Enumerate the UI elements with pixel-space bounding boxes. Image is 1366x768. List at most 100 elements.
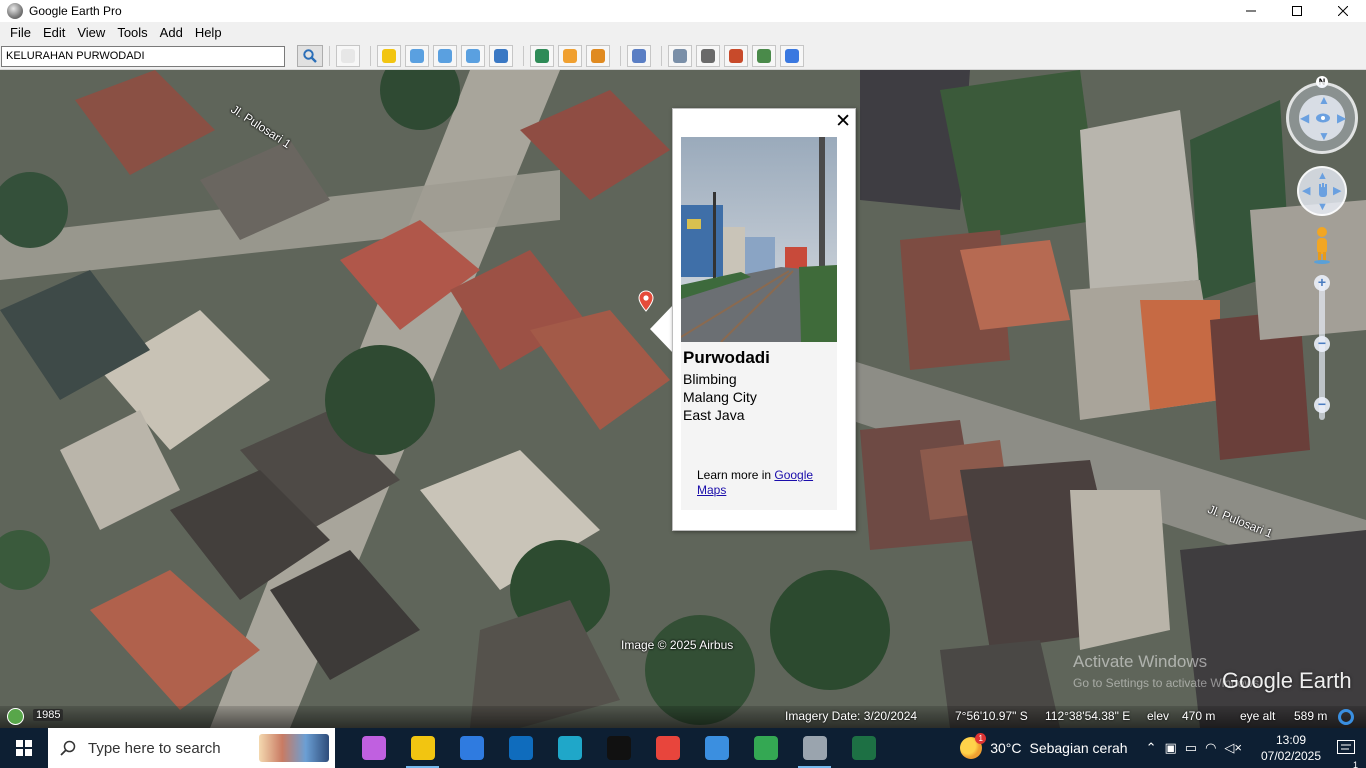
historical-year[interactable]: 1985: [33, 709, 64, 721]
start-button[interactable]: [0, 728, 48, 768]
chrome-profile-icon: [753, 736, 778, 760]
copilot-taskbar-button[interactable]: [349, 728, 398, 768]
balloon-close-button[interactable]: ✕: [835, 112, 851, 132]
ruler-icon: [632, 49, 646, 63]
move-right-icon[interactable]: ▶: [1333, 186, 1341, 197]
print-button[interactable]: [696, 45, 720, 67]
toolbar-separator: [523, 46, 524, 66]
earth-icon: [785, 49, 799, 63]
planets-button[interactable]: [586, 45, 610, 67]
look-control[interactable]: ▲ ▼ ◀ ▶: [1286, 82, 1358, 154]
map-view[interactable]: Jl. Pulosari 1 Jl. Pulosari 1 ✕ Purwodad…: [0, 70, 1366, 728]
minimize-button[interactable]: [1228, 0, 1274, 22]
menu-file[interactable]: File: [4, 25, 37, 40]
balloon-photo: [681, 137, 837, 342]
zoom-in-button[interactable]: +: [1314, 275, 1330, 291]
outlook-taskbar-button[interactable]: [496, 728, 545, 768]
volume-muted-icon[interactable]: ◁×: [1224, 740, 1242, 756]
maximize-icon: [1292, 6, 1302, 16]
copilot-icon: [361, 736, 386, 760]
chrome-taskbar-button[interactable]: [643, 728, 692, 768]
polygon-button[interactable]: [405, 45, 429, 67]
toolbar-separator: [620, 46, 621, 66]
sidebar-toggle-icon: [341, 49, 355, 63]
weather-icon[interactable]: 1: [960, 733, 987, 759]
edge-taskbar-button[interactable]: [545, 728, 594, 768]
menu-bar: File Edit View Tools Add Help: [0, 22, 1366, 43]
look-right-icon[interactable]: ▶: [1337, 112, 1346, 124]
zoom-slider-handle[interactable]: −: [1314, 336, 1330, 352]
email-button[interactable]: [668, 45, 692, 67]
notification-icon: [1337, 740, 1355, 754]
zoom-out-button[interactable]: −: [1314, 397, 1330, 413]
elevation-label: elev: [1147, 709, 1170, 723]
historical-imagery-button[interactable]: [530, 45, 554, 67]
google-earth-app-icon: [7, 3, 23, 19]
look-left-icon[interactable]: ◀: [1300, 112, 1309, 124]
taskbar-search-icon: [60, 740, 76, 756]
move-left-icon[interactable]: ◀: [1302, 186, 1310, 197]
view-in-maps-button[interactable]: [752, 45, 776, 67]
search-highlight-image[interactable]: [259, 734, 329, 762]
balloon-line-city: Malang City: [683, 389, 757, 405]
search-input[interactable]: [1, 45, 285, 67]
meet-now-icon[interactable]: ▣: [1164, 740, 1176, 756]
photos-taskbar-button[interactable]: [692, 728, 741, 768]
balloon-title: Purwodadi: [683, 348, 770, 367]
menu-help[interactable]: Help: [189, 25, 228, 40]
look-down-icon[interactable]: ▼: [1318, 130, 1330, 142]
excel-taskbar-button[interactable]: [839, 728, 888, 768]
earth-button[interactable]: [780, 45, 804, 67]
battery-icon[interactable]: ▭: [1185, 740, 1197, 756]
file-explorer-taskbar-button[interactable]: [398, 728, 447, 768]
learn-more-text: Learn more in: [697, 468, 775, 482]
taskbar-search[interactable]: Type here to search: [48, 728, 335, 768]
close-button[interactable]: [1320, 0, 1366, 22]
file-explorer-icon: [410, 736, 435, 760]
toolbar: [0, 43, 1366, 70]
clock[interactable]: 13:09 07/02/2025: [1256, 732, 1326, 764]
taskbar-apps: [349, 728, 888, 768]
look-up-icon[interactable]: ▲: [1318, 94, 1330, 106]
move-up-icon[interactable]: ▲: [1317, 171, 1328, 182]
path-button[interactable]: [433, 45, 457, 67]
weather-temperature[interactable]: 30°C: [990, 740, 1021, 756]
save-image-button[interactable]: [724, 45, 748, 67]
menu-tools[interactable]: Tools: [111, 25, 153, 40]
taskbar-search-placeholder: Type here to search: [88, 739, 221, 757]
wifi-icon[interactable]: ◠: [1205, 740, 1216, 756]
title-bar: Google Earth Pro: [0, 0, 1366, 22]
tour-icon: [494, 49, 508, 63]
activate-windows-watermark: Activate Windows: [1073, 652, 1208, 671]
chevron-up-icon[interactable]: ⌃: [1146, 740, 1157, 756]
toolbar-separator: [661, 46, 662, 66]
menu-view[interactable]: View: [71, 25, 111, 40]
balloon-line-district: Blimbing: [683, 371, 737, 387]
placemark-button[interactable]: [377, 45, 401, 67]
historical-imagery-icon[interactable]: [7, 708, 24, 725]
overlay-button[interactable]: [461, 45, 485, 67]
sidebar-toggle-button[interactable]: [336, 45, 360, 67]
sunlight-button[interactable]: [558, 45, 582, 67]
planets-icon: [591, 49, 605, 63]
notification-button[interactable]: 1: [1326, 740, 1366, 768]
pegman-icon[interactable]: [1313, 226, 1331, 264]
chrome-profile-taskbar-button[interactable]: [741, 728, 790, 768]
weather-description[interactable]: Sebagian cerah: [1029, 740, 1127, 756]
move-down-icon[interactable]: ▼: [1317, 202, 1328, 213]
ruler-button[interactable]: [627, 45, 651, 67]
tiktok-taskbar-button[interactable]: [594, 728, 643, 768]
store-taskbar-button[interactable]: [447, 728, 496, 768]
maximize-button[interactable]: [1274, 0, 1320, 22]
google-earth-taskbar-button[interactable]: [790, 728, 839, 768]
search-button[interactable]: [297, 45, 323, 67]
menu-edit[interactable]: Edit: [37, 25, 71, 40]
system-tray: 1 30°C Sebagian cerah ⌃ ▣ ▭ ◠ ◁× 13:09 0…: [960, 728, 1366, 768]
menu-add[interactable]: Add: [154, 25, 189, 40]
tour-button[interactable]: [489, 45, 513, 67]
move-control[interactable]: ▲ ▼ ◀ ▶: [1297, 166, 1347, 216]
weather-badge: 1: [975, 733, 987, 744]
clock-date: 07/02/2025: [1260, 749, 1322, 763]
imagery-date: Imagery Date: 3/20/2024: [785, 709, 918, 723]
path-icon: [438, 49, 452, 63]
